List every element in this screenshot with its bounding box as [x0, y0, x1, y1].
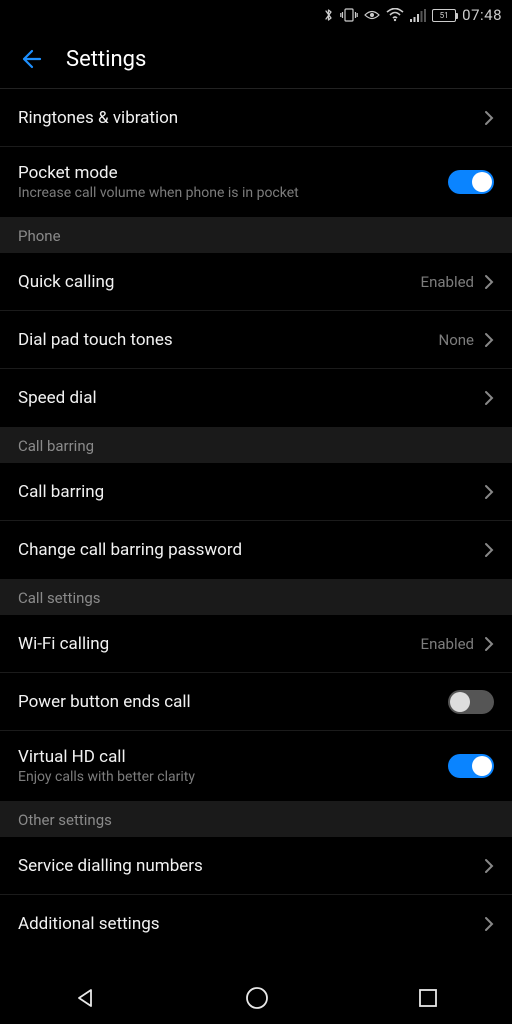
- system-nav-bar: [0, 972, 512, 1024]
- power-button-toggle[interactable]: [448, 690, 494, 714]
- row-label: Pocket mode: [18, 163, 448, 183]
- chevron-right-icon: [484, 484, 494, 500]
- row-label: Change call barring password: [18, 540, 484, 560]
- row-service-dialling[interactable]: Service dialling numbers: [0, 837, 512, 895]
- section-other-settings: Other settings: [0, 801, 512, 837]
- chevron-right-icon: [484, 542, 494, 558]
- battery-icon: 51: [432, 9, 456, 22]
- chevron-right-icon: [484, 332, 494, 348]
- clock: 07:48: [462, 6, 502, 24]
- row-subtitle: Increase call volume when phone is in po…: [18, 185, 448, 201]
- chevron-right-icon: [484, 274, 494, 290]
- row-wifi-calling[interactable]: Wi-Fi calling Enabled: [0, 615, 512, 673]
- page-title: Settings: [66, 47, 146, 72]
- section-call-barring: Call barring: [0, 427, 512, 463]
- signal-icon: [410, 9, 426, 22]
- settings-list[interactable]: Ringtones & vibration Pocket mode Increa…: [0, 88, 512, 972]
- pocket-mode-toggle[interactable]: [448, 170, 494, 194]
- row-change-barring-password[interactable]: Change call barring password: [0, 521, 512, 579]
- nav-back-icon[interactable]: [73, 986, 97, 1010]
- row-label: Quick calling: [18, 272, 421, 292]
- app-header: Settings: [0, 30, 512, 88]
- row-virtual-hd-call[interactable]: Virtual HD call Enjoy calls with better …: [0, 731, 512, 801]
- nav-recent-icon[interactable]: [417, 987, 439, 1009]
- wifi-icon: [386, 8, 404, 22]
- status-bar: 51 07:48: [0, 0, 512, 30]
- row-speed-dial[interactable]: Speed dial: [0, 369, 512, 427]
- row-dial-pad-tones[interactable]: Dial pad touch tones None: [0, 311, 512, 369]
- chevron-right-icon: [484, 110, 494, 126]
- row-subtitle: Enjoy calls with better clarity: [18, 769, 448, 785]
- virtual-hd-toggle[interactable]: [448, 754, 494, 778]
- row-label: Speed dial: [18, 388, 484, 408]
- row-label: Virtual HD call: [18, 747, 448, 767]
- bluetooth-icon: [323, 7, 334, 23]
- row-value: None: [439, 331, 475, 349]
- row-pocket-mode[interactable]: Pocket mode Increase call volume when ph…: [0, 147, 512, 217]
- row-value: Enabled: [421, 635, 474, 653]
- row-call-barring[interactable]: Call barring: [0, 463, 512, 521]
- chevron-right-icon: [484, 636, 494, 652]
- eye-comfort-icon: [364, 9, 380, 21]
- section-phone: Phone: [0, 217, 512, 253]
- chevron-right-icon: [484, 390, 494, 406]
- row-label: Service dialling numbers: [18, 856, 484, 876]
- row-quick-calling[interactable]: Quick calling Enabled: [0, 253, 512, 311]
- row-label: Ringtones & vibration: [18, 108, 484, 128]
- row-label: Call barring: [18, 482, 484, 502]
- row-power-button-ends-call[interactable]: Power button ends call: [0, 673, 512, 731]
- section-call-settings: Call settings: [0, 579, 512, 615]
- back-icon[interactable]: [18, 47, 42, 71]
- vibrate-icon: [340, 8, 358, 22]
- row-label: Wi-Fi calling: [18, 634, 421, 654]
- chevron-right-icon: [484, 858, 494, 874]
- nav-home-icon[interactable]: [244, 985, 270, 1011]
- row-value: Enabled: [421, 273, 474, 291]
- row-label: Additional settings: [18, 914, 484, 934]
- row-label: Power button ends call: [18, 692, 448, 712]
- row-label: Dial pad touch tones: [18, 330, 439, 350]
- row-ringtones[interactable]: Ringtones & vibration: [0, 89, 512, 147]
- chevron-right-icon: [484, 916, 494, 932]
- row-additional-settings[interactable]: Additional settings: [0, 895, 512, 953]
